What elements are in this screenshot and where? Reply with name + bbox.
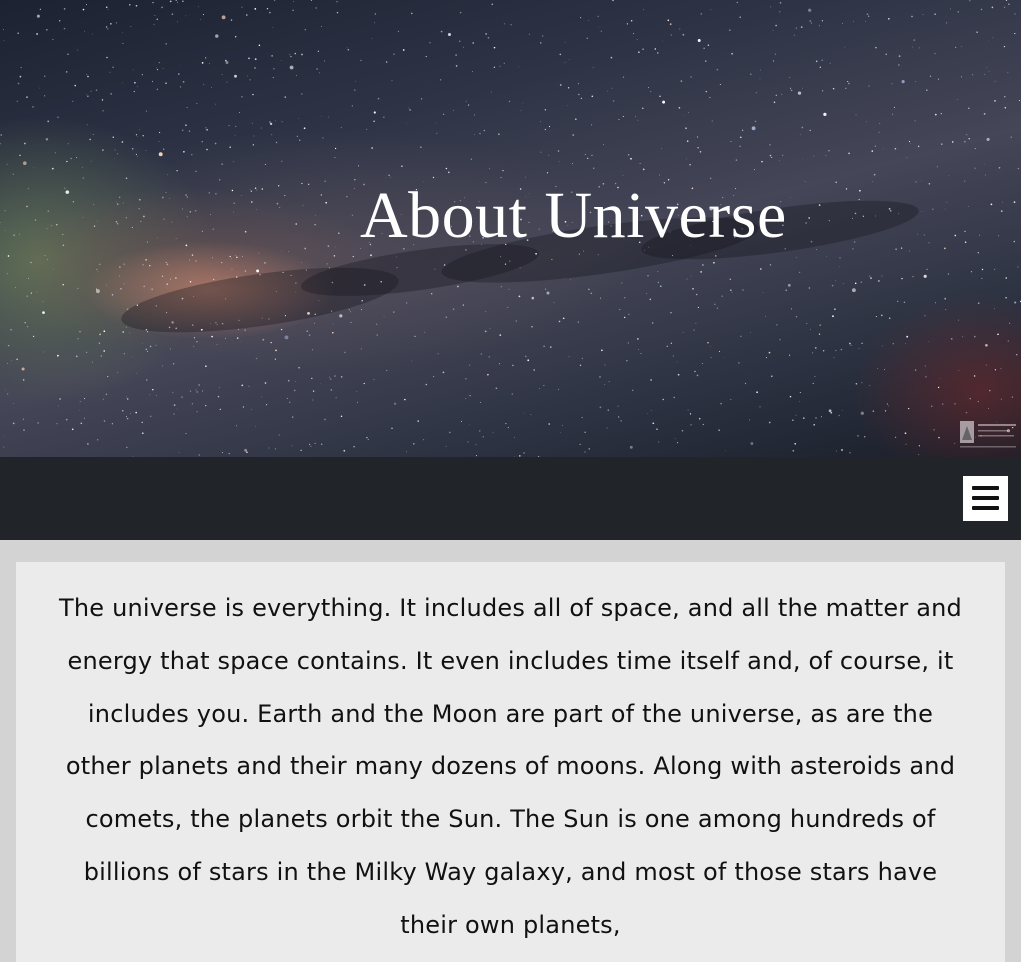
page-title: About Universe <box>360 176 787 256</box>
content-card: The universe is everything. It includes … <box>16 562 1005 962</box>
hero-banner: About Universe <box>0 0 1021 457</box>
navbar <box>0 457 1021 540</box>
menu-toggle-button[interactable] <box>963 476 1008 521</box>
intro-paragraph: The universe is everything. It includes … <box>56 582 965 952</box>
photographer-watermark-logo <box>958 418 1021 452</box>
